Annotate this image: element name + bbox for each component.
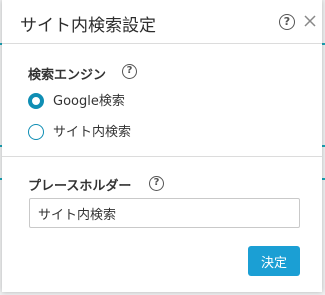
section-divider [2,156,322,157]
submit-button[interactable]: 決定 [248,246,300,276]
dialog-header: サイト内検索設定 ? [2,0,322,44]
radio-label: Google検索 [53,94,125,109]
help-icon[interactable]: ? [279,14,295,30]
search-engine-label: 検索エンジン [28,68,107,83]
radio-button-unchecked-icon[interactable] [28,124,44,140]
placeholder-input[interactable] [29,198,300,228]
radio-button-checked-icon[interactable] [28,93,44,109]
close-icon[interactable] [302,13,318,29]
help-icon[interactable]: ? [149,176,164,191]
placeholder-label: プレースホルダー [28,179,132,194]
dialog-title: サイト内検索設定 [20,16,156,36]
radio-label: サイト内検索 [53,125,132,140]
site-search-settings-dialog: サイト内検索設定 ? 検索エンジン ? Google検索 サイト内検索 プレース… [2,0,322,292]
help-icon[interactable]: ? [122,64,137,79]
